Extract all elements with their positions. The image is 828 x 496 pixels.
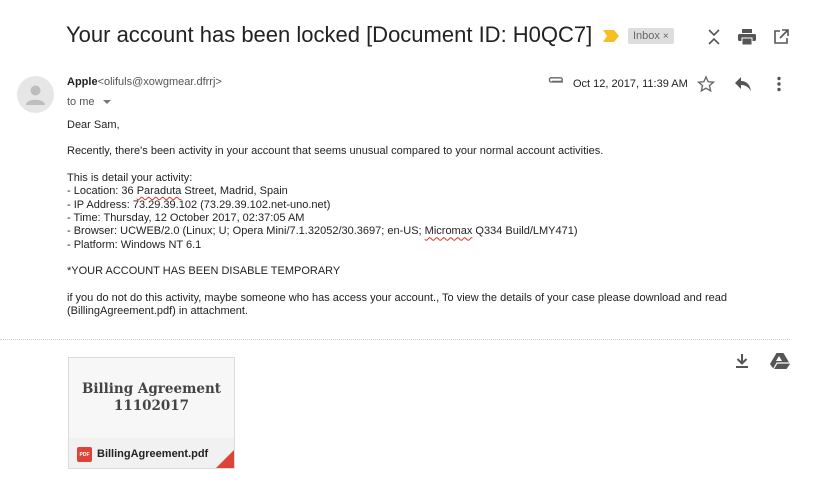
detail-location: - Location: 36 Paraduta Street, Madrid, … <box>67 185 288 198</box>
remove-label-icon[interactable]: × <box>663 31 669 42</box>
recipient-line[interactable]: to me <box>67 96 111 108</box>
closing-line-1: if you do not do this activity, maybe so… <box>67 291 727 304</box>
sender-line: Apple<olifuls@xowgmear.dfrrj> <box>67 76 222 88</box>
attachment-divider <box>0 339 790 340</box>
attachment-preview[interactable]: Billing Agreement 11102017 <box>69 358 234 438</box>
greeting: Dear Sam, <box>67 119 120 131</box>
attachment-filename: BillingAgreement.pdf <box>97 448 209 460</box>
detail-header: This is detail your activity: <box>67 171 193 184</box>
preview-title: Billing Agreement <box>81 381 221 397</box>
sender-avatar <box>17 76 54 113</box>
chevron-down-icon[interactable] <box>102 100 111 104</box>
download-icon[interactable] <box>733 352 751 370</box>
inbox-label-badge[interactable]: Inbox × <box>628 28 674 44</box>
email-date: Oct 12, 2017, 11:39 AM <box>573 78 688 90</box>
importance-marker-icon[interactable] <box>603 30 619 42</box>
intro-paragraph: Recently, there's been activity in your … <box>67 145 604 158</box>
sender-name: Apple <box>67 76 98 88</box>
to-me-label: to me <box>67 96 95 108</box>
page-corner-icon <box>216 450 234 468</box>
attachment-card[interactable]: Billing Agreement 11102017 PDF BillingAg… <box>68 357 235 469</box>
detail-time: - Time: Thursday, 12 October 2017, 02:37… <box>67 212 305 225</box>
warning-text: *YOUR ACCOUNT HAS BEEN DISABLE TEMPORARY <box>67 265 341 278</box>
preview-subtitle: 11102017 <box>113 398 190 414</box>
detail-platform: - Platform: Windows NT 6.1 <box>67 238 202 251</box>
email-body: Dear Sam, Recently, there's been activit… <box>67 119 767 318</box>
detail-browser: - Browser: UCWEB/2.0 (Linux; U; Opera Mi… <box>67 225 578 238</box>
detail-ip: - IP Address: 73.29.39.102 (73.29.39.102… <box>67 198 331 211</box>
inbox-label-text: Inbox <box>633 30 660 42</box>
person-icon <box>26 85 45 105</box>
closing-line-2: (BillingAgreement.pdf) in attachment. <box>67 305 248 318</box>
pdf-file-icon: PDF <box>77 447 92 462</box>
paperclip-icon <box>548 77 563 83</box>
email-subject: Your account has been locked [Document I… <box>66 22 593 47</box>
reply-icon[interactable] <box>734 76 752 92</box>
print-icon[interactable] <box>736 26 758 48</box>
attachment-footer[interactable]: PDF BillingAgreement.pdf <box>69 438 234 468</box>
more-vert-icon[interactable] <box>776 76 782 92</box>
save-to-drive-icon[interactable] <box>770 352 790 370</box>
expand-collapse-icon[interactable] <box>703 26 725 48</box>
open-new-window-icon[interactable] <box>770 26 792 48</box>
sender-email: <olifuls@xowgmear.dfrrj> <box>97 76 222 88</box>
star-icon[interactable] <box>697 75 715 93</box>
